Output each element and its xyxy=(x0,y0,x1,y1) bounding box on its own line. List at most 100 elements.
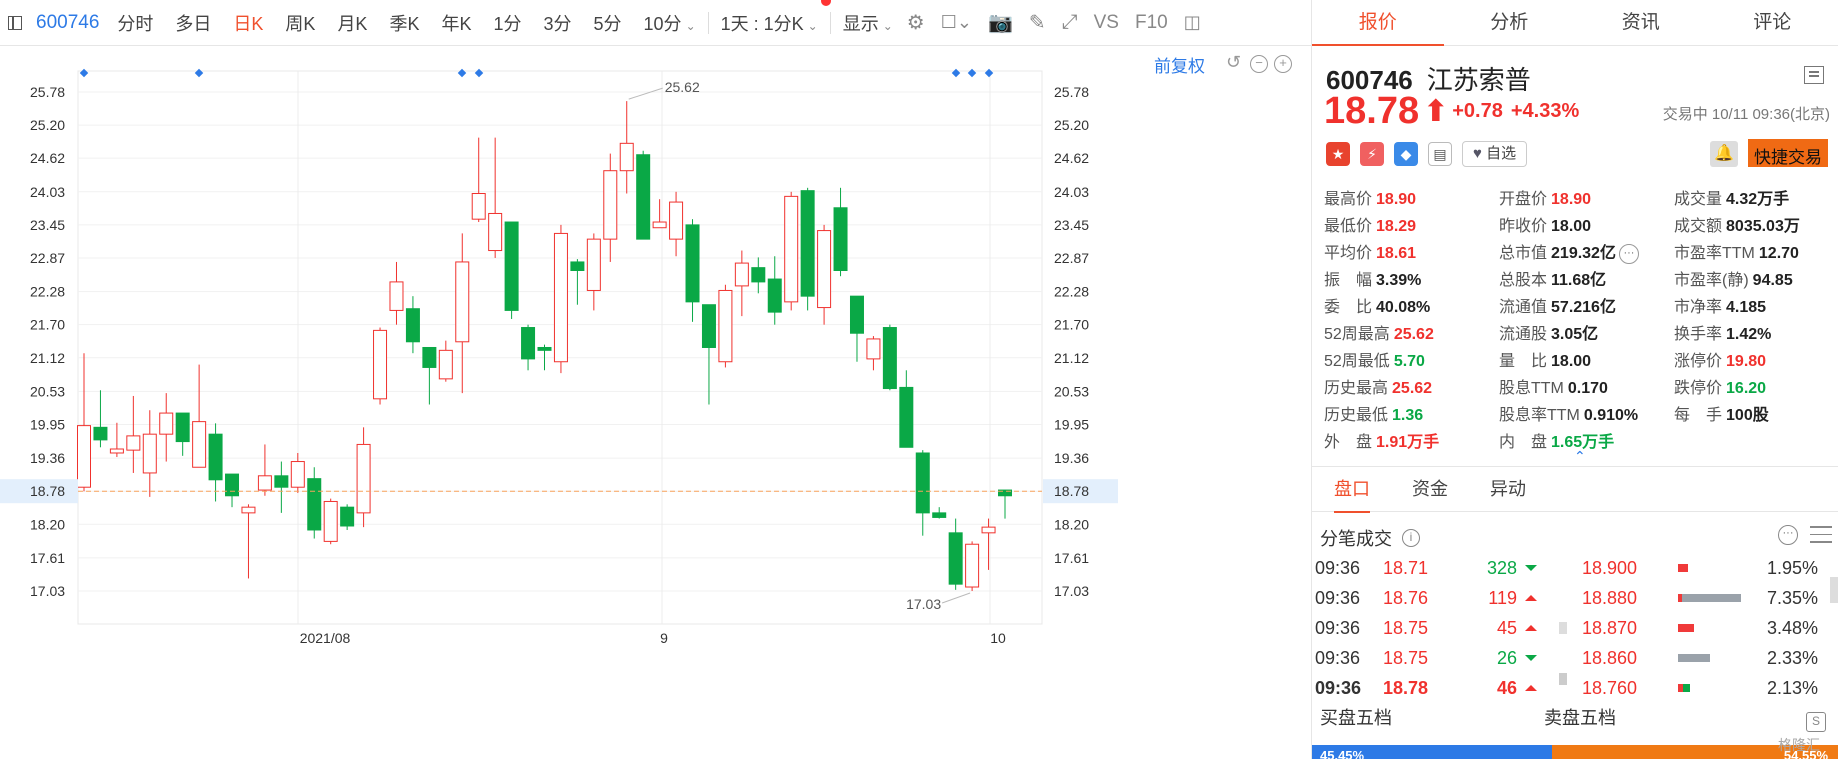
tab-5min[interactable]: 5分 xyxy=(594,10,622,36)
stats-row: 平均价 18.61 总市值 219.32亿 ··· 市盈率TTM 12.70 xyxy=(1324,240,1834,267)
depth-list: 18.900 1.95% 18.880 7.35% 18.870 3.48% 18.860 2… xyxy=(1582,553,1838,703)
subtab-orderbook[interactable]: 盘口 xyxy=(1334,466,1370,513)
stat-label: 历史最高 xyxy=(1324,380,1389,397)
depth-scrollbar[interactable] xyxy=(1830,577,1838,603)
stat-value: 8035.03万 xyxy=(1726,218,1800,235)
candle xyxy=(405,296,420,354)
candle xyxy=(784,191,799,311)
tab-multiday[interactable]: 多日 xyxy=(175,10,211,36)
tick-price: 18.78 xyxy=(1383,678,1429,698)
candle-body xyxy=(340,506,355,527)
reset-icon[interactable]: ↺ xyxy=(1226,52,1241,73)
camera-icon[interactable]: 📷 xyxy=(988,10,1013,35)
zoom-out-icon[interactable]: − xyxy=(1250,55,1268,73)
low-label: 17.03 xyxy=(906,596,941,612)
y-tick-label: 18.20 xyxy=(30,516,65,532)
info-icon[interactable]: i xyxy=(1402,529,1420,547)
fullscreen-icon[interactable]: ⤢ xyxy=(1062,11,1078,34)
adjust-mode-link[interactable]: 前复权 xyxy=(1154,52,1205,77)
subtab-movements[interactable]: 异动 xyxy=(1490,466,1526,512)
more-options-icon[interactable]: ··· xyxy=(1778,525,1798,545)
candle xyxy=(899,370,914,448)
collapse-caret-icon[interactable]: ⌃ xyxy=(1574,448,1586,465)
triangle-down-icon xyxy=(1525,565,1537,571)
stat-label: 总股本 xyxy=(1499,272,1548,289)
candle xyxy=(504,221,519,319)
tick-scrollbar[interactable] xyxy=(1557,555,1577,695)
tab-monthly-k[interactable]: 月K xyxy=(337,10,367,36)
tab-3min[interactable]: 3分 xyxy=(544,10,572,36)
stat-label: 市盈率TTM xyxy=(1674,245,1755,262)
select-timeframe[interactable]: 1天 : 1分K ⌄ xyxy=(721,0,831,36)
panel-toggle-icon[interactable]: ◫ xyxy=(1184,12,1201,33)
panel-tabs: 报价 分析 资讯 评论 xyxy=(1312,0,1838,46)
stat-cell: 总股本 11.68亿 xyxy=(1499,267,1674,294)
stats-row: 振 幅 3.39% 总股本 11.68亿 市盈率(静) 94.85 xyxy=(1324,267,1834,294)
select-10min[interactable]: 10分 ⌄ xyxy=(644,10,696,36)
notes-icon[interactable]: ▤ xyxy=(1428,142,1452,166)
lightning-icon[interactable]: ⚡ xyxy=(1360,142,1384,166)
china-flag-icon[interactable]: ★ xyxy=(1326,142,1350,166)
up-arrow-icon: ⬆ xyxy=(1423,95,1449,128)
stat-label: 市盈率(静) xyxy=(1674,272,1749,289)
f10-button[interactable]: F10 xyxy=(1135,12,1168,34)
stat-label: 跌停价 xyxy=(1674,380,1723,397)
stat-label: 总市值 xyxy=(1499,245,1548,262)
more-icon[interactable]: ··· xyxy=(1618,243,1639,264)
stat-cell: 最低价 18.29 xyxy=(1324,213,1499,240)
candle-body xyxy=(833,207,848,271)
event-marker-icon xyxy=(967,68,977,78)
tab-analysis[interactable]: 分析 xyxy=(1444,0,1576,45)
add-watchlist-button[interactable]: ♥ 自选 xyxy=(1462,141,1528,167)
stat-label: 历史最低 xyxy=(1324,407,1389,424)
candle xyxy=(866,336,881,371)
tab-daily-k[interactable]: 日K xyxy=(233,10,263,36)
y-tick-label: 20.53 xyxy=(1054,383,1089,399)
bell-icon[interactable]: 🔔 xyxy=(1710,141,1738,167)
tab-1min[interactable]: 1分 xyxy=(493,10,521,36)
sidebar-toggle-icon[interactable] xyxy=(8,15,22,30)
candle-body xyxy=(208,433,223,481)
tab-yearly-k[interactable]: 年K xyxy=(441,10,471,36)
candle xyxy=(389,261,404,325)
gear-icon[interactable]: ⚙ xyxy=(907,10,925,35)
candle-body xyxy=(488,212,503,252)
event-marker-icon xyxy=(474,68,484,78)
y-tick-label: 24.03 xyxy=(30,184,65,200)
menu-icon[interactable] xyxy=(1804,66,1824,84)
candle xyxy=(241,504,256,579)
kline-chart[interactable]: 25.78 25.20 24.62 24.03 23.45 22.87 22.28 21.70… xyxy=(0,46,1311,759)
tab-weekly-k[interactable]: 周K xyxy=(285,10,315,36)
current-price-label: 18.78 xyxy=(1054,483,1089,499)
y-tick-label: 24.62 xyxy=(1054,150,1089,166)
vs-button[interactable]: VS xyxy=(1094,12,1119,34)
y-tick-label: 17.61 xyxy=(30,550,65,566)
stat-cell: 52周最高 25.62 xyxy=(1324,321,1499,348)
y-tick-label: 24.62 xyxy=(30,150,65,166)
candle-body xyxy=(718,289,733,363)
tag-icon[interactable]: ◆ xyxy=(1394,142,1418,166)
depth-row: 18.880 7.35% xyxy=(1582,583,1838,613)
stat-label: 成交额 xyxy=(1674,218,1723,235)
zoom-in-icon[interactable]: + xyxy=(1274,55,1292,73)
pencil-icon[interactable]: ✎ xyxy=(1029,10,1046,35)
depth-bar xyxy=(1678,684,1748,692)
list-menu-icon[interactable] xyxy=(1810,526,1832,544)
candle-body xyxy=(422,346,437,368)
candle xyxy=(981,518,996,570)
tab-quote[interactable]: 报价 xyxy=(1312,0,1444,46)
depth-bar xyxy=(1678,654,1748,662)
tab-news[interactable]: 资讯 xyxy=(1575,0,1707,45)
tab-intraday[interactable]: 分时 xyxy=(117,10,153,36)
tab-comments[interactable]: 评论 xyxy=(1707,0,1838,45)
tab-quarterly-k[interactable]: 季K xyxy=(389,10,419,36)
stock-code-link[interactable]: 600746 xyxy=(36,12,99,34)
candle xyxy=(998,489,1012,519)
color-box-icon[interactable]: ☐⌄ xyxy=(941,12,972,33)
candle-body xyxy=(701,304,716,348)
depth-bar-gray xyxy=(1681,594,1742,602)
subtab-capital[interactable]: 资金 xyxy=(1412,466,1448,512)
quick-trade-button[interactable]: 快捷交易 xyxy=(1748,139,1828,167)
display-dropdown[interactable]: 显示 ⌄ xyxy=(843,10,893,36)
event-marker-icon xyxy=(951,68,961,78)
